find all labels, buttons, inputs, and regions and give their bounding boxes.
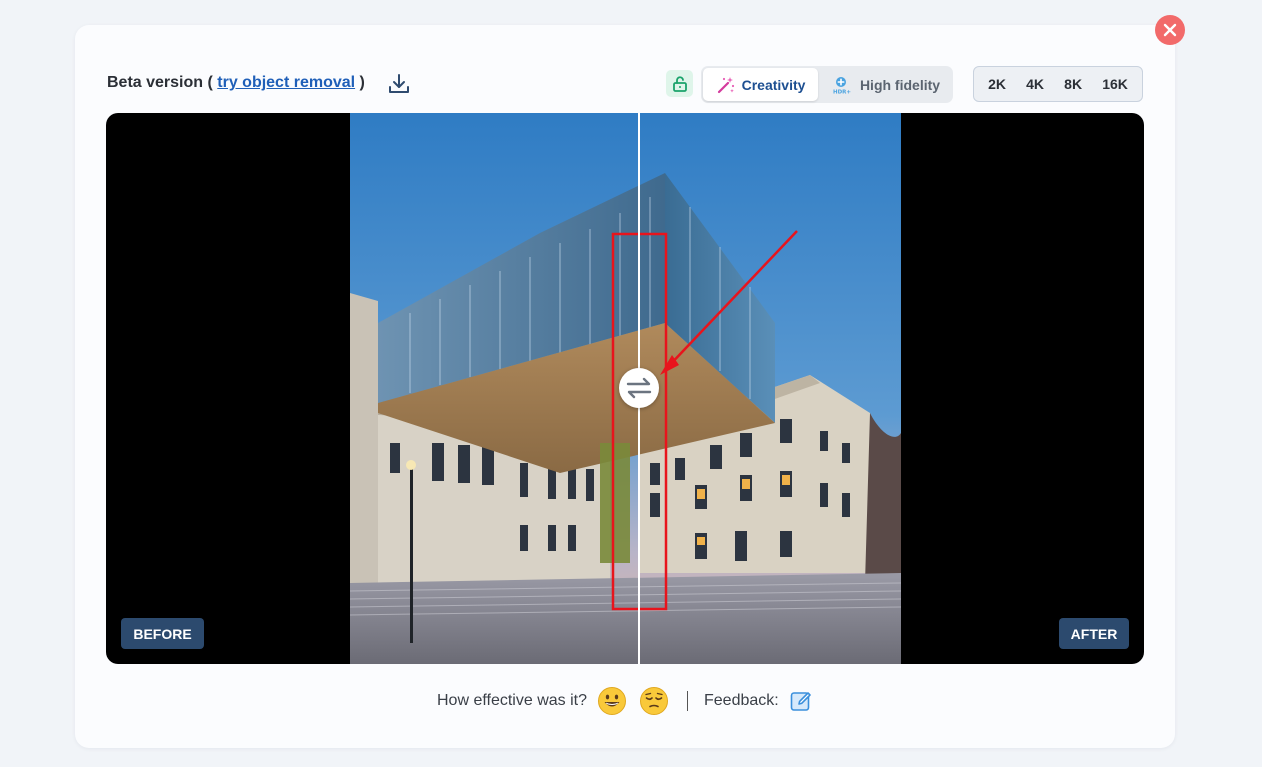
try-object-removal-link[interactable]: try object removal bbox=[217, 74, 355, 91]
resolution-8k-button[interactable]: 8K bbox=[1060, 72, 1086, 96]
feedback-row: How effective was it? Feedback: bbox=[437, 686, 813, 716]
feedback-label: Feedback: bbox=[704, 692, 779, 709]
mode-high-fidelity-label: High fidelity bbox=[859, 76, 941, 93]
grinning-face-icon[interactable] bbox=[597, 686, 627, 716]
mode-high-fidelity-button[interactable]: HDR+ High fidelity bbox=[822, 68, 950, 101]
resolution-2k-button[interactable]: 2K bbox=[984, 72, 1010, 96]
resolution-selector: 2K 4K 8K 16K bbox=[973, 66, 1143, 102]
resolution-16k-button[interactable]: 16K bbox=[1098, 72, 1132, 96]
after-label: AFTER bbox=[1059, 618, 1129, 649]
swap-arrows-icon bbox=[626, 377, 652, 399]
mode-creativity-label: Creativity bbox=[741, 76, 806, 93]
download-button[interactable] bbox=[387, 72, 411, 96]
hdr-plus-icon: HDR+ bbox=[833, 76, 851, 95]
close-icon bbox=[1163, 23, 1177, 37]
edit-note-icon[interactable] bbox=[789, 689, 813, 713]
comparison-handle[interactable] bbox=[619, 368, 659, 408]
before-label: BEFORE bbox=[121, 618, 204, 649]
download-icon bbox=[389, 74, 409, 93]
unlock-icon bbox=[672, 75, 687, 92]
svg-text:HDR+: HDR+ bbox=[833, 89, 851, 95]
magic-wand-icon bbox=[717, 76, 734, 93]
footer-separator bbox=[687, 691, 688, 711]
beta-suffix: ) bbox=[359, 74, 365, 91]
annotation-arrow bbox=[665, 230, 798, 370]
close-button[interactable] bbox=[1155, 15, 1185, 45]
resolution-4k-button[interactable]: 4K bbox=[1022, 72, 1048, 96]
effectiveness-question: How effective was it? bbox=[437, 692, 587, 709]
mode-creativity-button[interactable]: Creativity bbox=[703, 68, 818, 101]
beta-prefix: Beta version ( bbox=[107, 74, 213, 91]
page: Beta version ( try object removal ) Crea… bbox=[0, 0, 1262, 767]
relieved-face-icon[interactable] bbox=[639, 686, 669, 716]
before-after-viewer[interactable]: BEFORE AFTER bbox=[106, 113, 1144, 664]
beta-version-title: Beta version ( try object removal ) bbox=[107, 74, 365, 92]
aspect-lock-toggle[interactable] bbox=[666, 70, 693, 97]
